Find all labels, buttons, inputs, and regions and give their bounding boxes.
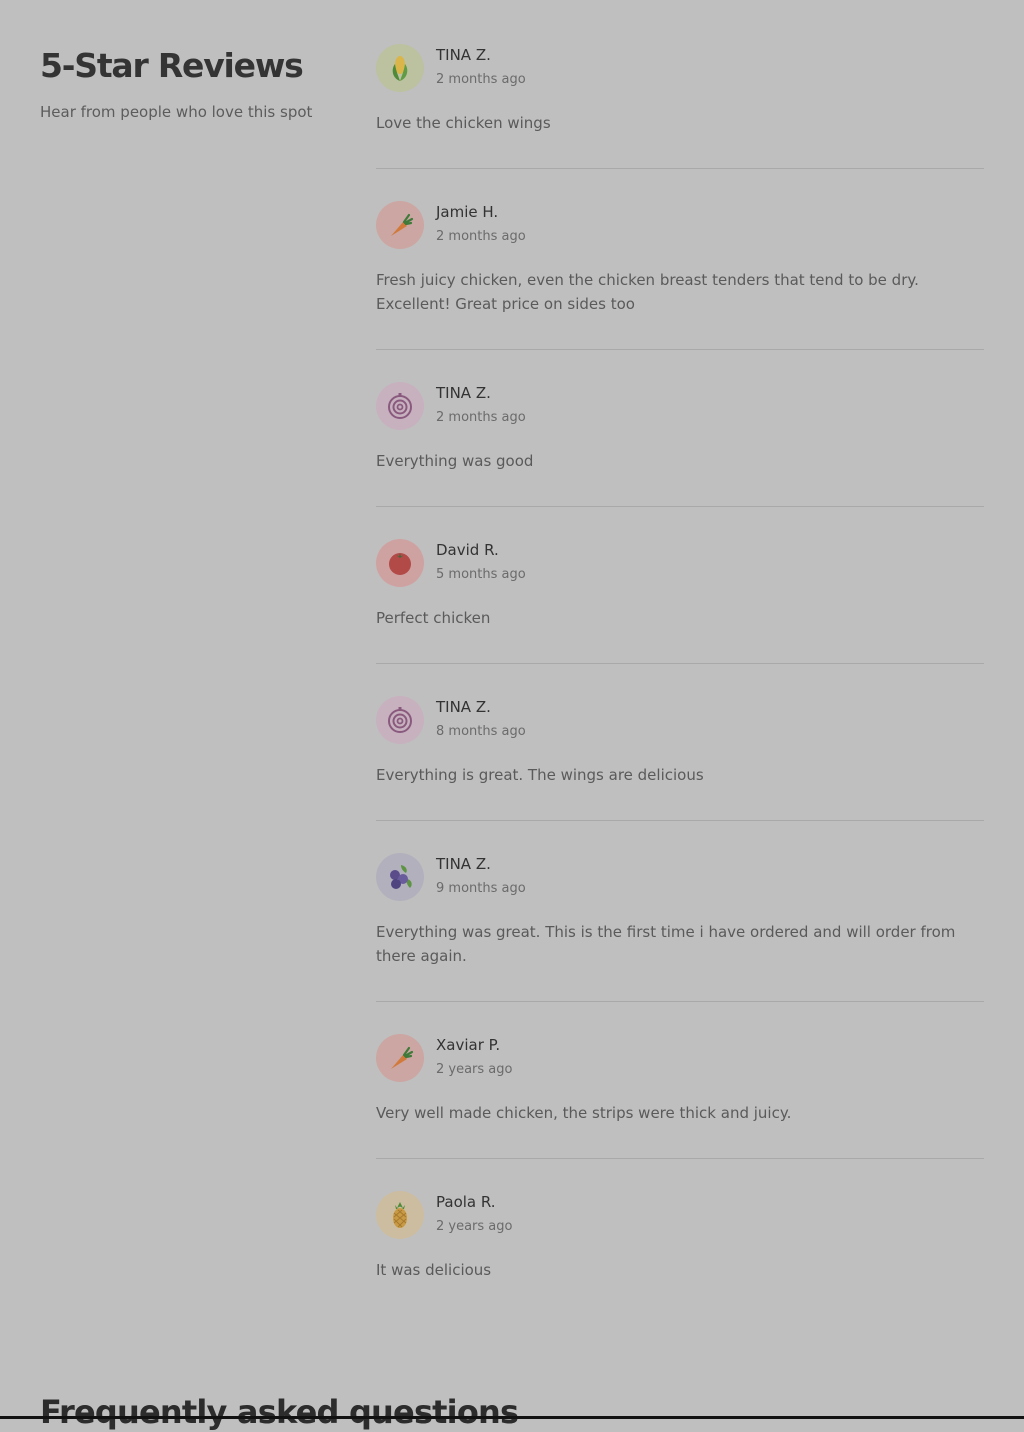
review-text: Everything was good: [376, 452, 534, 470]
blueberry-icon: [390, 865, 412, 889]
review-text: Love the chicken wings: [376, 114, 551, 132]
review-date: 9 months ago: [436, 881, 526, 896]
review-item: Paola R. 2 years ago It was delicious: [376, 1191, 984, 1291]
reviewer-name: Jamie H.: [436, 203, 499, 221]
review-date: 2 years ago: [436, 1062, 513, 1077]
faq-section-title: Frequently asked questions: [40, 1393, 519, 1431]
reviewer-name: Paola R.: [436, 1193, 496, 1211]
reviewer-name: TINA Z.: [436, 384, 491, 402]
carrot-icon: [391, 1046, 414, 1069]
review-item: TINA Z. 2 months ago Everything was good: [376, 382, 984, 507]
review-text: Perfect chicken: [376, 609, 491, 627]
review-date: 2 years ago: [436, 1219, 513, 1234]
review-date: 2 months ago: [436, 410, 526, 425]
reviewer-avatar: [376, 1191, 424, 1239]
store-page: 5-Star Reviews Hear from people who love…: [0, 0, 1024, 1431]
reviewer-name: TINA Z.: [436, 855, 491, 873]
reviewer-avatar: [376, 696, 424, 744]
review-item: TINA Z. 9 months ago Everything was grea…: [376, 853, 984, 1002]
reviewer-avatar: [376, 853, 424, 901]
corn-icon: [392, 56, 408, 81]
review-date: 2 months ago: [436, 72, 526, 87]
review-item: TINA Z. 8 months ago Everything is great…: [376, 696, 984, 821]
reviewer-avatar: [376, 382, 424, 430]
reviewer-avatar: [376, 44, 424, 92]
reviewer-avatar: [376, 201, 424, 249]
onion-icon: [388, 393, 412, 419]
reviewer-avatar: [376, 1034, 424, 1082]
review-text: Fresh juicy chicken, even the chicken br…: [376, 271, 919, 313]
reviewer-name: Xaviar P.: [436, 1036, 501, 1054]
review-text: Everything was great. This is the first …: [376, 923, 956, 965]
pineapple-icon: [393, 1202, 407, 1228]
reviewer-name: David R.: [436, 541, 499, 559]
review-text: Everything is great. The wings are delic…: [376, 766, 704, 784]
review-text: Very well made chicken, the strips were …: [376, 1104, 792, 1122]
reviewer-name: TINA Z.: [436, 698, 491, 716]
reviewer-name: TINA Z.: [436, 46, 491, 64]
carrot-icon: [391, 213, 414, 236]
review-text: It was delicious: [376, 1261, 492, 1279]
review-date: 5 months ago: [436, 567, 526, 582]
onion-icon: [388, 707, 412, 733]
reviews-section-subtitle: Hear from people who love this spot: [40, 103, 313, 121]
review-item: TINA Z. 2 months ago Love the chicken wi…: [376, 44, 984, 169]
reviewer-avatar: [376, 539, 424, 587]
review-item: Jamie H. 2 months ago Fresh juicy chicke…: [376, 201, 984, 350]
reviews-section-title: 5-Star Reviews: [40, 46, 304, 85]
tomato-icon: [389, 553, 411, 575]
review-item: David R. 5 months ago Perfect chicken: [376, 539, 984, 664]
review-item: Xaviar P. 2 years ago Very well made chi…: [376, 1034, 984, 1159]
review-date: 2 months ago: [436, 229, 526, 244]
review-date: 8 months ago: [436, 724, 526, 739]
reviews-header: 5-Star Reviews Hear from people who love…: [40, 44, 340, 122]
